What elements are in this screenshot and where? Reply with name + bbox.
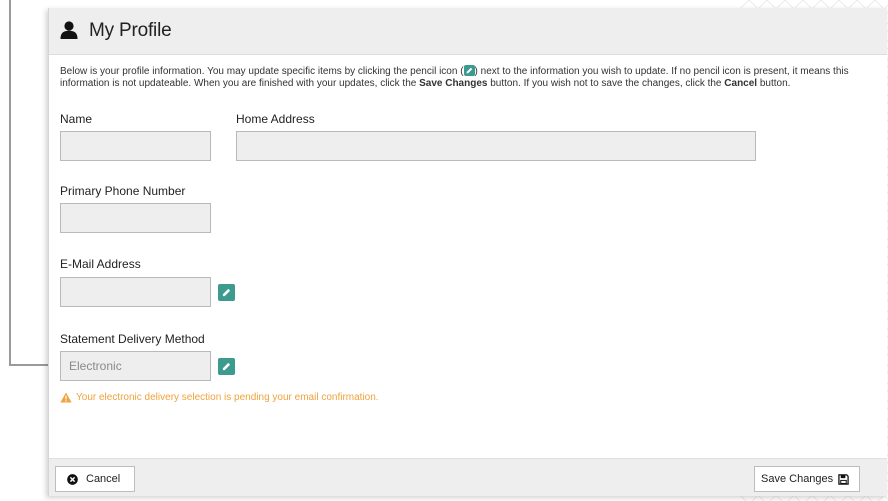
edit-email-button[interactable] xyxy=(218,284,235,301)
pencil-icon xyxy=(463,65,475,76)
save-changes-button[interactable]: Save Changes xyxy=(754,466,860,492)
email-field[interactable] xyxy=(60,277,211,307)
home-address-label: Home Address xyxy=(236,112,315,126)
name-label: Name xyxy=(60,112,93,126)
card-header: My Profile xyxy=(49,8,887,55)
name-field[interactable] xyxy=(60,131,211,161)
page-title: My Profile xyxy=(89,20,172,41)
statement-delivery-field[interactable] xyxy=(60,351,211,381)
warning-text: Your electronic delivery selection is pe… xyxy=(76,392,379,403)
profile-card: My Profile Below is your profile informa… xyxy=(48,8,887,496)
pending-confirmation-warning: Your electronic delivery selection is pe… xyxy=(60,392,379,403)
cancel-button[interactable]: Cancel xyxy=(55,466,135,492)
user-icon xyxy=(60,21,78,39)
save-changes-button-label: Save Changes xyxy=(761,473,834,485)
pencil-icon xyxy=(222,288,231,297)
cancel-button-label: Cancel xyxy=(86,473,121,485)
pencil-icon xyxy=(222,362,231,371)
save-floppy-icon xyxy=(838,473,849,485)
email-label: E-Mail Address xyxy=(60,257,141,271)
intro-cancel-label: Cancel xyxy=(724,78,758,89)
intro-save-label: Save Changes xyxy=(419,78,488,89)
warning-icon xyxy=(60,392,72,403)
home-address-field[interactable] xyxy=(236,131,756,161)
intro-text-part1: Below is your profile information. You m… xyxy=(60,66,464,77)
statement-delivery-label: Statement Delivery Method xyxy=(60,332,205,346)
primary-phone-field[interactable] xyxy=(60,203,211,233)
intro-text-part3: button. If you wish not to save the chan… xyxy=(487,78,725,89)
edit-statement-delivery-button[interactable] xyxy=(218,358,235,375)
intro-text-part4: button. xyxy=(757,78,791,89)
intro-text: Below is your profile information. You m… xyxy=(60,65,860,90)
card-footer: Cancel Save Changes xyxy=(49,458,887,496)
page: My Profile Below is your profile informa… xyxy=(0,0,888,501)
primary-phone-label: Primary Phone Number xyxy=(60,184,186,198)
cancel-circle-icon xyxy=(67,473,78,485)
